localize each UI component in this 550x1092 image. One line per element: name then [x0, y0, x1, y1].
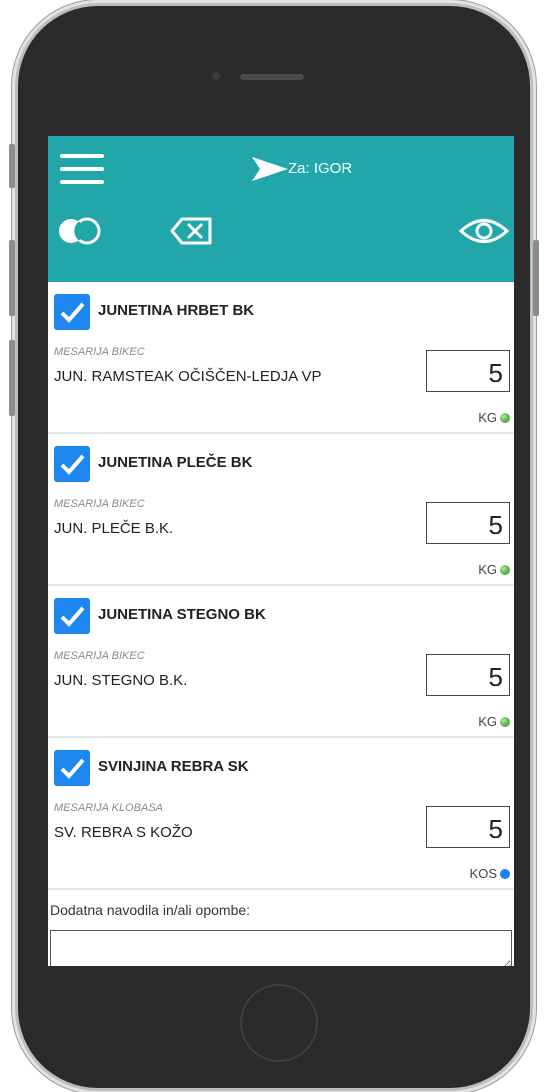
quantity-input[interactable]: [426, 806, 510, 848]
item-checkbox[interactable]: [54, 598, 90, 634]
quantity-input[interactable]: [426, 654, 510, 696]
supplier-name: MESARIJA BIKEC: [54, 498, 145, 510]
app-screen: Za: IGOR JUNETINA HRBET BK MESARIJA BIKE…: [48, 136, 514, 966]
status-dot-icon: [500, 716, 510, 727]
product-name: JUN. STEGNO B.K.: [54, 672, 188, 689]
item-title: JUNETINA PLEČE BK: [98, 454, 253, 471]
list-item: JUNETINA STEGNO BK MESARIJA BIKEC JUN. S…: [48, 586, 514, 738]
quantity-input[interactable]: [426, 502, 510, 544]
status-dot-icon: [500, 564, 510, 575]
product-name: JUN. PLEČE B.K.: [54, 520, 174, 537]
status-dot-icon: [500, 868, 510, 879]
supplier-name: MESARIJA BIKEC: [54, 650, 145, 662]
recipient-label: Za: IGOR: [288, 160, 353, 177]
status-dot-icon: [500, 412, 510, 423]
list-item: SVINJINA REBRA SK MESARIJA KLOBASA SV. R…: [48, 738, 514, 890]
notes-input[interactable]: [50, 930, 512, 966]
unit-label: KG: [478, 714, 497, 729]
send-arrow-icon: [252, 157, 288, 181]
checkmark-icon: [60, 606, 85, 627]
item-title: JUNETINA STEGNO BK: [98, 606, 266, 623]
app-header: Za: IGOR: [48, 136, 514, 282]
front-camera: [212, 72, 220, 80]
list-item: JUNETINA HRBET BK MESARIJA BIKEC JUN. RA…: [48, 282, 514, 434]
item-title: JUNETINA HRBET BK: [98, 302, 255, 319]
supplier-name: MESARIJA KLOBASA: [54, 802, 164, 814]
item-checkbox[interactable]: [54, 750, 90, 786]
quantity-input[interactable]: [426, 350, 510, 392]
home-button[interactable]: [240, 984, 318, 1062]
unit-indicator: KG: [478, 562, 510, 577]
notes-label: Dodatna navodila in/ali opombe:: [50, 902, 251, 918]
volume-up-button: [9, 240, 15, 316]
unit-indicator: KG: [478, 714, 510, 729]
volume-down-button: [9, 340, 15, 416]
earpiece-speaker: [240, 74, 304, 80]
checkmark-icon: [60, 302, 85, 323]
supplier-name: MESARIJA BIKEC: [54, 346, 145, 358]
unit-indicator: KOS: [470, 866, 510, 881]
eye-icon[interactable]: [458, 216, 510, 246]
checkmark-icon: [60, 454, 85, 475]
list-item: JUNETINA PLEČE BK MESARIJA BIKEC JUN. PL…: [48, 434, 514, 586]
unit-label: KOS: [469, 866, 497, 881]
checkmark-icon: [60, 758, 85, 779]
backspace-x-icon[interactable]: [170, 216, 214, 246]
order-item-list: JUNETINA HRBET BK MESARIJA BIKEC JUN. RA…: [48, 282, 514, 890]
unit-indicator: KG: [478, 410, 510, 425]
item-checkbox[interactable]: [54, 446, 90, 482]
item-title: SVINJINA REBRA SK: [98, 758, 249, 775]
item-checkbox[interactable]: [54, 294, 90, 330]
hamburger-menu-icon[interactable]: [60, 154, 104, 184]
power-button: [533, 240, 539, 316]
mute-switch: [9, 144, 15, 188]
product-name: JUN. RAMSTEAK OČIŠČEN-LEDJA VP: [54, 368, 322, 385]
toggle-circles-icon[interactable]: [56, 216, 104, 246]
unit-label: KG: [478, 410, 497, 425]
product-name: SV. REBRA S KOŽO: [54, 824, 193, 841]
unit-label: KG: [478, 562, 497, 577]
